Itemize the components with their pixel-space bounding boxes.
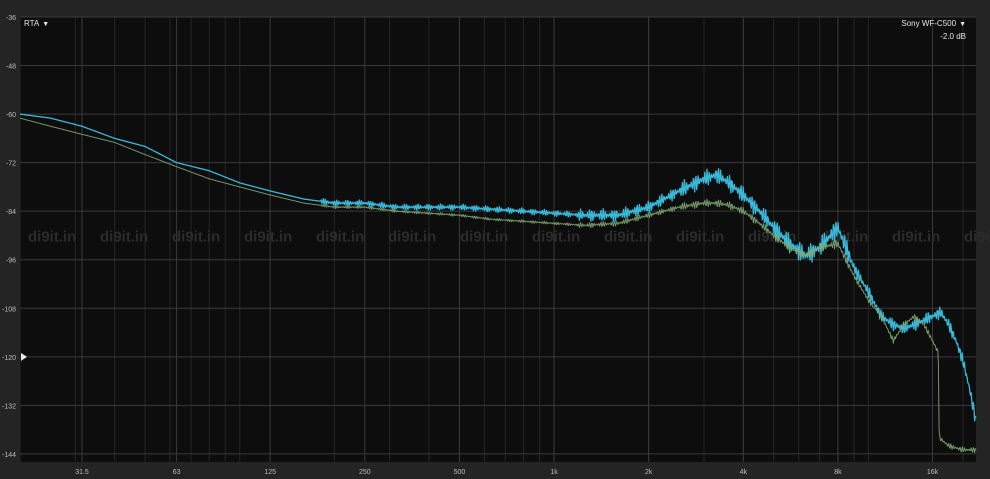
watermark-text: di9it.in <box>172 228 220 245</box>
x-tick-label: 1k <box>550 469 558 476</box>
device-label: Sony WF-C500 <box>901 19 957 28</box>
watermark-text: di9it.in <box>964 228 990 245</box>
x-tick-label: 8k <box>834 469 842 476</box>
chevron-down-icon: ▼ <box>42 21 50 28</box>
watermark-text: di9it.in <box>892 228 940 245</box>
chevron-down-icon: ▼ <box>959 21 966 28</box>
y-tick-label: -72 <box>6 161 16 168</box>
x-tick-label: 4k <box>740 469 748 476</box>
y-tick-label: -96 <box>6 258 16 265</box>
watermark-text: di9it.in <box>244 228 292 245</box>
device-dropdown[interactable]: Sony WF-C500 ▼ <box>901 19 966 28</box>
watermark-text: di9it.in <box>100 228 148 245</box>
watermark-text: di9it.in <box>388 228 436 245</box>
x-tick-label: 500 <box>454 469 466 476</box>
x-tick-label: 16k <box>927 469 939 476</box>
watermark-text: di9it.in <box>676 228 724 245</box>
y-tick-label: -108 <box>2 306 16 313</box>
gain-readout: -2.0 dB <box>940 32 966 41</box>
x-tick-label: 31.5 <box>75 469 89 476</box>
x-tick-label: 250 <box>359 469 371 476</box>
watermark-text: di9it.in <box>532 228 580 245</box>
analyzer-window: -36 -48 -60 -72 -84 -96 -108 -120 -132 -144 31.5 63… <box>0 0 990 479</box>
watermark-text: di9it.in <box>604 228 652 245</box>
y-tick-label: -144 <box>2 452 16 459</box>
watermark-text: di9it.in <box>460 228 508 245</box>
rta-dropdown[interactable]: RTA ▼ <box>24 19 49 28</box>
y-tick-label: -36 <box>6 15 16 22</box>
y-tick-label: -48 <box>6 64 16 71</box>
y-tick-label: -132 <box>2 403 16 410</box>
y-tick-label: -60 <box>6 112 16 119</box>
x-tick-label: 63 <box>173 469 181 476</box>
y-tick-label: -120 <box>2 355 16 362</box>
rta-chart: -36 -48 -60 -72 -84 -96 -108 -120 -132 -144 31.5 63… <box>2 15 990 476</box>
rta-label: RTA <box>24 19 40 28</box>
y-tick-label: -84 <box>6 209 16 216</box>
watermark-text: di9it.in <box>28 228 76 245</box>
watermark-text: di9it.in <box>316 228 364 245</box>
x-tick-label: 125 <box>264 469 276 476</box>
x-tick-label: 2k <box>645 469 653 476</box>
